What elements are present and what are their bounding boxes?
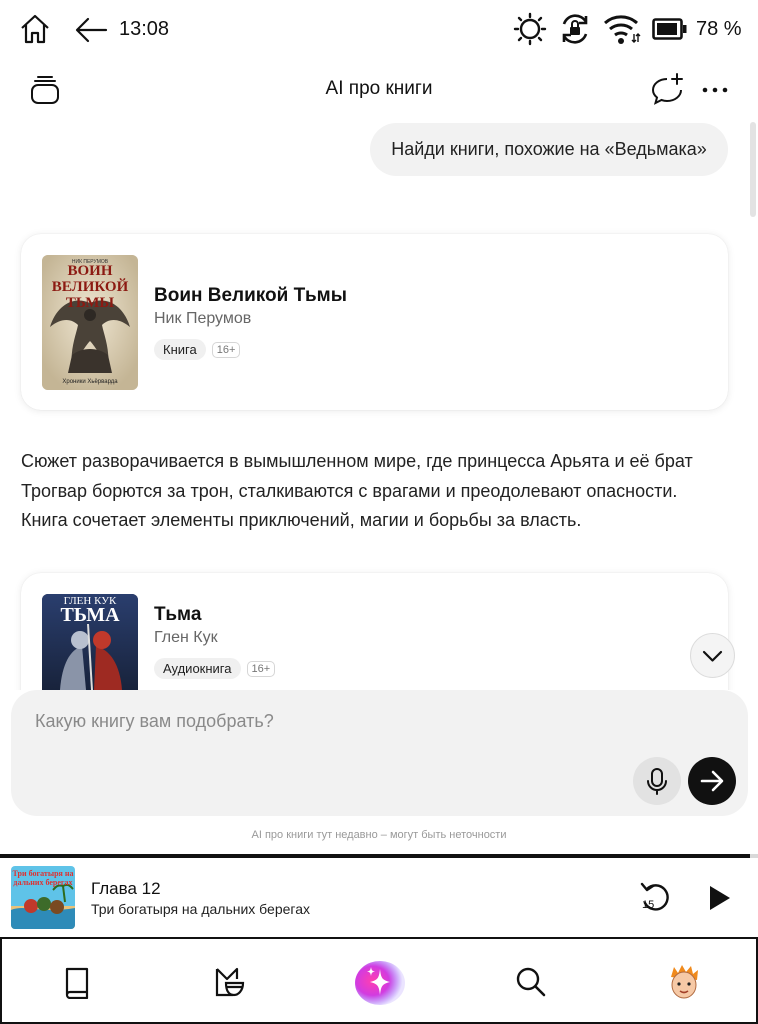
book-title[interactable]: Воин Великой Тьмы: [154, 285, 347, 307]
brightness-icon[interactable]: [513, 12, 547, 46]
play-icon: [710, 886, 730, 910]
bookmate-icon[interactable]: [212, 965, 246, 999]
book-author[interactable]: Ник Перумов: [154, 310, 251, 328]
player-chapter[interactable]: Глава 12: [91, 879, 161, 899]
cover-title-text: ТЬМА: [60, 604, 120, 626]
book-cover[interactable]: ГЛЕН КУК ТЬМА: [42, 594, 138, 690]
book-author[interactable]: Глен Кук: [154, 629, 218, 647]
format-chip: Аудиокнига: [154, 658, 241, 679]
search-icon[interactable]: [515, 966, 547, 998]
book-card[interactable]: ГЛЕН КУК ТЬМА Тьма Глен Кук Аудиокнига 1…: [21, 573, 728, 690]
age-rating-badge: 16+: [211, 341, 241, 358]
player-book-title[interactable]: Три богатыря на дальних берегах: [91, 901, 310, 917]
book-tags: Книга 16+: [154, 339, 241, 360]
cover-series-text: Хроники Хьёрварда: [62, 379, 118, 385]
format-chip: Книга: [154, 339, 206, 360]
user-message-bubble: Найди книги, похожие на «Ведьмака»: [370, 123, 728, 176]
rotation-lock-icon[interactable]: [558, 12, 592, 46]
player-cover-text: Три богатыря на дальних берегах: [12, 869, 74, 887]
book-title[interactable]: Тьма: [154, 604, 201, 626]
book-card[interactable]: НИК ПЕРУМОВ ВОИН ВЕЛИКОЙ ТЬМЫ Хроники Хь…: [21, 234, 728, 410]
player-cover[interactable]: Три богатыря на дальних берегах: [11, 866, 75, 929]
profile-avatar[interactable]: [666, 963, 702, 1001]
battery-percent: 78 %: [696, 18, 742, 40]
send-button[interactable]: [688, 757, 736, 805]
new-chat-icon[interactable]: [650, 73, 684, 107]
message-input-placeholder[interactable]: Какую книгу вам подобрать?: [35, 711, 274, 732]
wifi-icon[interactable]: [603, 12, 641, 46]
play-button[interactable]: [706, 883, 734, 913]
home-icon[interactable]: [19, 13, 51, 45]
ai-assistant-icon[interactable]: [354, 957, 412, 1009]
bottom-navigation: [0, 937, 758, 1024]
scroll-down-button[interactable]: [690, 633, 735, 678]
library-icon[interactable]: [61, 965, 93, 999]
cover-title-text: ВОИН ВЕЛИКОЙ ТЬМЫ: [51, 263, 129, 311]
battery-icon: [652, 18, 688, 40]
age-rating-badge: 16+: [246, 660, 276, 677]
status-time: 13:08: [119, 18, 170, 40]
playback-progress-fill: [0, 854, 751, 858]
microphone-icon: [647, 768, 667, 795]
ai-disclaimer: AI про книги тут недавно – могут быть не…: [251, 829, 507, 841]
page-title: AI про книги: [325, 78, 433, 99]
assistant-response-text: Сюжет разворачивается в вымышленном мире…: [21, 451, 693, 530]
rewind-15-button[interactable]: 15: [638, 881, 674, 915]
card-clip-area: ГЛЕН КУК ТЬМА Тьма Глен Кук Аудиокнига 1…: [0, 560, 758, 690]
chat-scrollbar[interactable]: [750, 122, 756, 217]
status-bar: 13:08 78 %: [0, 0, 758, 60]
book-cover[interactable]: НИК ПЕРУМОВ ВОИН ВЕЛИКОЙ ТЬМЫ Хроники Хь…: [42, 255, 138, 390]
rewind-seconds: 15: [642, 899, 655, 911]
back-arrow-icon[interactable]: [74, 16, 108, 44]
book-tags: Аудиокнига 16+: [154, 658, 276, 679]
arrow-right-icon: [700, 770, 724, 792]
more-options-icon[interactable]: [702, 80, 728, 100]
voice-input-button[interactable]: [633, 757, 681, 805]
